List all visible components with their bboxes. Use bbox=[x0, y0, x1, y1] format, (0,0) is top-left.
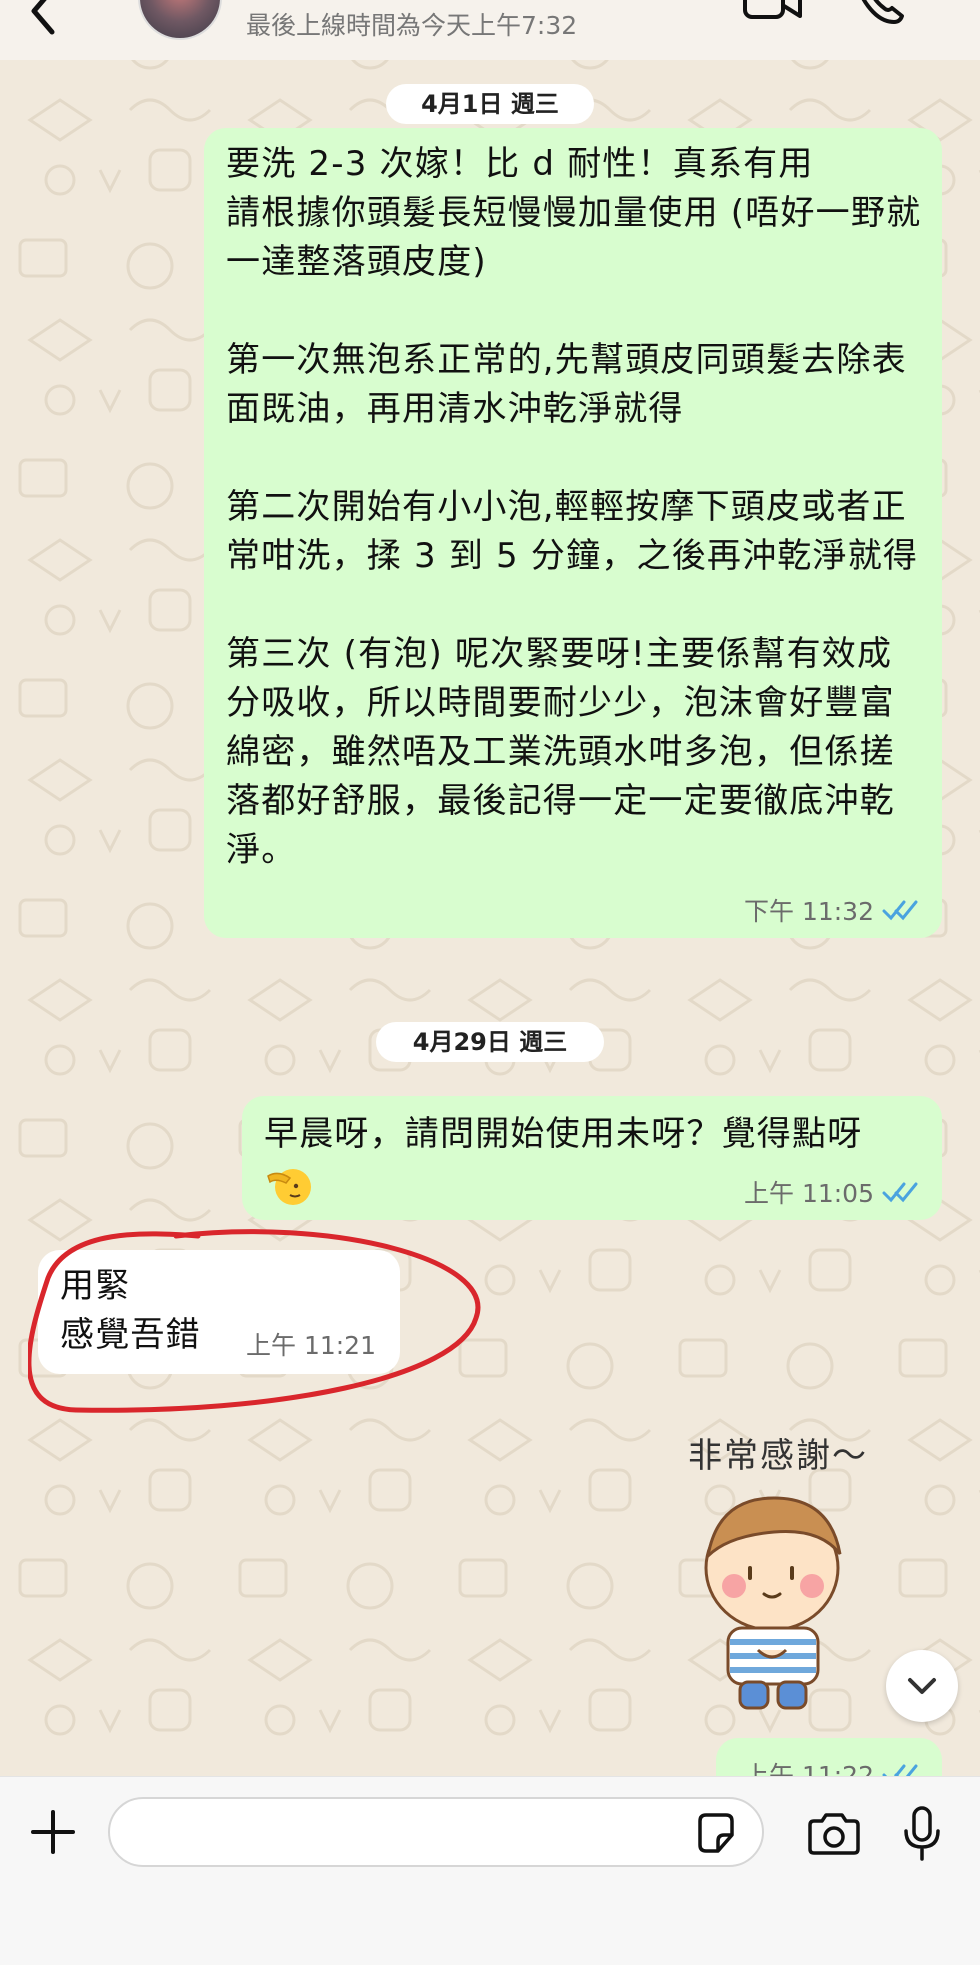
read-receipt-icon bbox=[882, 900, 918, 921]
contact-avatar[interactable] bbox=[138, 0, 222, 40]
date-separator: 4月29日 週三 bbox=[376, 1022, 604, 1062]
last-seen-status: 最後上線時間為今天上午7:32 bbox=[246, 11, 578, 40]
message-meta: 上午 11:05 bbox=[744, 1174, 920, 1210]
saluting-face-icon bbox=[267, 1169, 311, 1205]
sticker-icon[interactable] bbox=[694, 1811, 738, 1855]
red-annotation-circle bbox=[28, 1229, 481, 1413]
message-meta: 下午 11:32 bbox=[744, 892, 920, 928]
message-time: 上午 11:05 bbox=[744, 1179, 874, 1208]
thank-you-sticker[interactable] bbox=[688, 1490, 858, 1720]
message-input[interactable] bbox=[108, 1797, 764, 1867]
camera-icon[interactable] bbox=[806, 1811, 862, 1857]
scroll-down-button[interactable] bbox=[886, 1650, 958, 1722]
message-text: 要洗 2-3 次嫁！比 d 耐性！真系有用 請根據你頭髮長短慢慢加量使用 (唔好… bbox=[226, 144, 922, 870]
read-receipt-icon bbox=[882, 1182, 918, 1203]
date-separator: 4月1日 週三 bbox=[386, 84, 594, 124]
message-bubble-outgoing[interactable]: 早晨呀，請問開始使用未呀？覺得點呀 上午 11:05 bbox=[242, 1096, 942, 1220]
message-time: 下午 11:32 bbox=[744, 897, 874, 926]
chat-header: 最後上線時間為今天上午7:32 bbox=[0, 0, 980, 60]
sticker-caption: 非常感謝～ bbox=[688, 1436, 868, 1476]
message-bubble-outgoing[interactable]: 要洗 2-3 次嫁！比 d 耐性！真系有用 請根據你頭髮長短慢慢加量使用 (唔好… bbox=[204, 128, 942, 938]
video-call-icon[interactable] bbox=[742, 0, 804, 24]
microphone-icon[interactable] bbox=[902, 1805, 942, 1863]
message-composer bbox=[0, 1776, 980, 1965]
plus-icon[interactable] bbox=[30, 1809, 76, 1855]
back-chevron-icon[interactable] bbox=[22, 0, 62, 36]
message-text: 早晨呀，請問開始使用未呀？覺得點呀 bbox=[264, 1114, 863, 1154]
phone-call-icon[interactable] bbox=[856, 0, 908, 26]
chevron-down-icon bbox=[908, 1678, 936, 1694]
